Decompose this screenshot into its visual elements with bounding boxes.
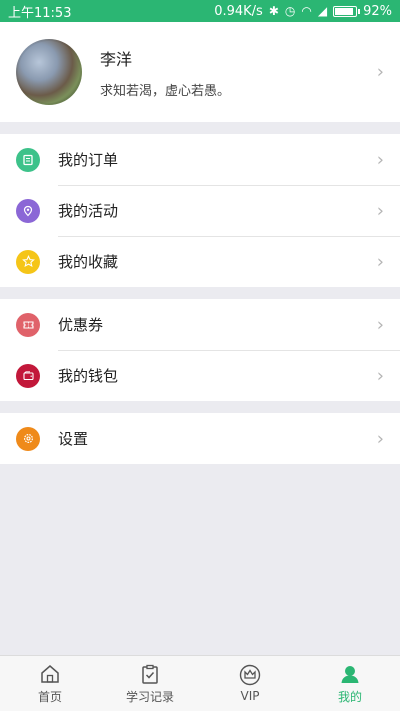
status-indicators: 0.94K/s ✱ ◷ ◠ ◢ 92%: [214, 4, 392, 19]
menu-item-coupons[interactable]: 优惠券 ›: [0, 299, 400, 350]
chevron-right-icon: ›: [376, 251, 384, 272]
section-divider: [0, 287, 400, 299]
alarm-icon: ◷: [284, 4, 296, 18]
star-icon: [16, 249, 40, 274]
network-speed: 0.94K/s: [214, 3, 263, 19]
menu-item-label: 我的订单: [58, 151, 119, 169]
crown-icon: [239, 664, 261, 686]
chevron-right-icon: ›: [376, 149, 384, 170]
home-icon: [41, 664, 59, 683]
profile-motto: 求知若渴，虚心若愚。: [100, 83, 231, 99]
wifi-icon: ◠: [301, 4, 312, 18]
menu-item-wallet[interactable]: 我的钱包 ›: [0, 350, 400, 401]
status-bar: 上午11:53 0.94K/s ✱ ◷ ◠ ◢ 92%: [0, 0, 400, 22]
bottom-tab-bar: 首页 学习记录 VIP 我的: [0, 655, 400, 711]
coupon-icon: [16, 312, 40, 337]
signal-icon: ◢: [317, 4, 328, 18]
chevron-right-icon: ›: [376, 314, 384, 335]
profile-info: 李洋 求知若渴，虚心若愚。: [100, 46, 230, 99]
tab-home[interactable]: 首页: [0, 656, 100, 711]
order-icon: [16, 147, 40, 172]
menu-item-label: 我的活动: [58, 202, 119, 220]
chevron-right-icon: ›: [376, 365, 384, 386]
battery-icon: [333, 5, 361, 17]
clipboard-icon: [142, 664, 158, 684]
menu-group-account: 我的订单 › 我的活动 › 我的收藏 ›: [0, 134, 400, 287]
tab-label: 我的: [337, 689, 362, 704]
menu-item-favorites[interactable]: 我的收藏 ›: [0, 236, 400, 287]
avatar[interactable]: [16, 39, 82, 105]
tab-label: VIP: [240, 689, 260, 703]
battery-level: 92%: [363, 3, 392, 19]
chevron-right-icon: ›: [376, 428, 384, 449]
tab-vip[interactable]: VIP: [200, 656, 300, 711]
menu-item-label: 我的钱包: [58, 367, 119, 385]
section-divider: [0, 122, 400, 134]
profile-name: 李洋: [100, 49, 133, 69]
menu-item-label: 我的收藏: [58, 253, 119, 271]
status-time: 上午11:53: [8, 5, 72, 21]
menu-item-orders[interactable]: 我的订单 ›: [0, 134, 400, 185]
menu-group-system: 设置 ›: [0, 413, 400, 464]
bluetooth-icon: ✱: [268, 4, 279, 18]
menu-item-activities[interactable]: 我的活动 ›: [0, 185, 400, 236]
tab-mine[interactable]: 我的: [300, 656, 400, 711]
section-divider: [0, 401, 400, 413]
settings-icon: [16, 426, 40, 451]
chevron-right-icon: ›: [376, 61, 384, 83]
menu-item-settings[interactable]: 设置 ›: [0, 413, 400, 464]
menu-item-label: 设置: [58, 430, 89, 448]
wallet-icon: [16, 363, 40, 388]
tab-label: 学习记录: [125, 689, 174, 704]
menu-group-finance: 优惠券 › 我的钱包 ›: [0, 299, 400, 401]
location-icon: [16, 198, 40, 223]
tab-study-records[interactable]: 学习记录: [100, 656, 200, 711]
menu-item-label: 优惠券: [58, 316, 104, 334]
profile-header[interactable]: 李洋 求知若渴，虚心若愚。 ›: [0, 22, 400, 122]
chevron-right-icon: ›: [376, 200, 384, 221]
tab-label: 首页: [37, 689, 62, 704]
user-icon: [341, 665, 359, 683]
